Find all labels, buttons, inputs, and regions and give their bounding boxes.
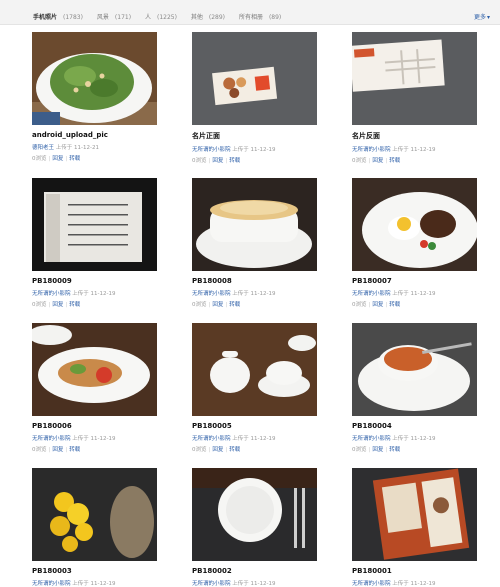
reply-link[interactable]: 回复: [52, 156, 63, 162]
reply-link[interactable]: 回复: [372, 447, 383, 453]
reply-link[interactable]: 回复: [372, 302, 383, 308]
photo-actions: 0浏览 | 回复 | 转载: [32, 447, 81, 453]
photo-actions: 0浏览 | 回复 | 转载: [192, 158, 241, 164]
uploader-link[interactable]: 无所谓的小影院: [352, 291, 391, 297]
photo-title[interactable]: PB180001: [352, 567, 477, 575]
photo-upload-info: 无所谓的小影院 上传于 11-12-19: [192, 436, 276, 442]
photo-title[interactable]: PB180003: [32, 567, 157, 575]
repost-link[interactable]: 转载: [69, 447, 80, 453]
photo-thumbnail[interactable]: [32, 323, 157, 416]
uploader-link[interactable]: 无所谓的小影院: [192, 147, 231, 153]
uploader-link[interactable]: 无所谓的小影院: [32, 291, 71, 297]
photo-title[interactable]: PB180009: [32, 277, 157, 285]
photo-upload-info: 德阳老王 上传于 11-12-21: [32, 145, 99, 151]
photo-thumbnail[interactable]: [192, 178, 317, 271]
photo-upload-info: 无所谓的小影院 上传于 11-12-19: [352, 147, 436, 153]
repost-link[interactable]: 转载: [389, 302, 400, 308]
photo-thumbnail[interactable]: [352, 178, 477, 271]
photo-thumbnail[interactable]: [192, 468, 317, 561]
reply-link[interactable]: 回复: [212, 302, 223, 308]
photo-title[interactable]: PB180002: [192, 567, 317, 575]
repost-link[interactable]: 转载: [69, 156, 80, 162]
repost-link[interactable]: 转载: [69, 302, 80, 308]
repost-link[interactable]: 转载: [389, 158, 400, 164]
repost-link[interactable]: 转载: [229, 447, 240, 453]
photo-title[interactable]: PB180004: [352, 422, 477, 430]
photo-title[interactable]: 名片正面: [192, 131, 317, 141]
album-filter-tabs: 手机照片 (1783) 风景 (171) 人 (1225) 其他 (289) 所有相册(…: [33, 12, 293, 21]
photo-thumbnail[interactable]: [32, 178, 157, 271]
photo-card: PB180008 无所谓的小影院 上传于 11-12-19 0浏览 | 回复 | 转载: [192, 178, 317, 308]
repost-link[interactable]: 转载: [229, 302, 240, 308]
photo-card: PB180004 无所谓的小影院 上传于 11-12-19 0浏览 | 回复 | 转载: [352, 323, 477, 453]
photo-title[interactable]: PB180007: [352, 277, 477, 285]
photo-upload-info: 无所谓的小影院 上传于 11-12-19: [32, 436, 116, 442]
photo-upload-info: 无所谓的小影院 上传于 11-12-19: [192, 291, 276, 297]
photo-title[interactable]: PB180006: [32, 422, 157, 430]
photo-title[interactable]: PB180005: [192, 422, 317, 430]
uploader-link[interactable]: 无所谓的小影院: [192, 436, 231, 442]
filter-tab-scenery[interactable]: 风景 (171): [97, 14, 137, 21]
uploader-link[interactable]: 无所谓的小影院: [32, 581, 71, 587]
photo-actions: 0浏览 | 回复 | 转载: [32, 302, 81, 308]
photo-card: PB180001 无所谓的小影院 上传于 11-12-19: [352, 468, 477, 587]
more-dropdown[interactable]: 更多▾: [474, 12, 490, 21]
uploader-link[interactable]: 无所谓的小影院: [352, 147, 391, 153]
photo-card: PB180006 无所谓的小影院 上传于 11-12-19 0浏览 | 回复 | 转载: [32, 323, 157, 453]
photo-thumbnail[interactable]: [192, 32, 317, 125]
photo-thumbnail[interactable]: [352, 323, 477, 416]
photo-thumbnail[interactable]: [192, 323, 317, 416]
uploader-link[interactable]: 无所谓的小影院: [192, 291, 231, 297]
filter-bar: 手机照片 (1783) 风景 (171) 人 (1225) 其他 (289) 所有相册(…: [0, 0, 500, 25]
uploader-link[interactable]: 无所谓的小影院: [352, 436, 391, 442]
repost-link[interactable]: 转载: [389, 447, 400, 453]
photo-title[interactable]: 名片反面: [352, 131, 477, 141]
photo-actions: 0浏览 | 回复 | 转载: [352, 158, 401, 164]
photo-upload-info: 无所谓的小影院 上传于 11-12-19: [192, 147, 276, 153]
filter-tab-other[interactable]: 其他 (289): [191, 14, 231, 21]
filter-tab-mobile[interactable]: 手机照片 (1783): [33, 14, 89, 21]
photo-card: PB180003 无所谓的小影院 上传于 11-12-19: [32, 468, 157, 587]
filter-tab-all-albums[interactable]: 所有相册 (89): [239, 14, 287, 21]
caret-down-icon: ▾: [486, 14, 490, 21]
reply-link[interactable]: 回复: [52, 302, 63, 308]
photo-upload-info: 无所谓的小影院 上传于 11-12-19: [352, 581, 436, 587]
uploader-link[interactable]: 无所谓的小影院: [192, 581, 231, 587]
photo-thumbnail[interactable]: [352, 32, 477, 125]
uploader-link[interactable]: 无所谓的小影院: [32, 436, 71, 442]
photo-thumbnail[interactable]: [352, 468, 477, 561]
photo-actions: 0浏览 | 回复 | 转载: [192, 447, 241, 453]
photo-title[interactable]: android_upload_pic: [32, 131, 157, 139]
photo-title[interactable]: PB180008: [192, 277, 317, 285]
reply-link[interactable]: 回复: [212, 447, 223, 453]
photo-upload-info: 无所谓的小影院 上传于 11-12-19: [352, 291, 436, 297]
photo-upload-info: 无所谓的小影院 上传于 11-12-19: [352, 436, 436, 442]
repost-link[interactable]: 转载: [229, 158, 240, 164]
reply-link[interactable]: 回复: [212, 158, 223, 164]
filter-tab-people[interactable]: 人 (1225): [145, 14, 183, 21]
photo-card: PB180005 无所谓的小影院 上传于 11-12-19 0浏览 | 回复 | 转载: [192, 323, 317, 453]
photo-actions: 0浏览 | 回复 | 转载: [32, 156, 81, 162]
photo-upload-info: 无所谓的小影院 上传于 11-12-19: [192, 581, 276, 587]
photo-upload-info: 无所谓的小影院 上传于 11-12-19: [32, 581, 116, 587]
photo-thumbnail[interactable]: [32, 32, 157, 125]
photo-card: PB180009 无所谓的小影院 上传于 11-12-19 0浏览 | 回复 | 转载: [32, 178, 157, 308]
uploader-link[interactable]: 德阳老王: [32, 145, 54, 151]
photo-card: android_upload_pic 德阳老王 上传于 11-12-21 0浏览…: [32, 32, 157, 162]
photo-card: 名片正面 无所谓的小影院 上传于 11-12-19 0浏览 | 回复 | 转载: [192, 32, 317, 164]
uploader-link[interactable]: 无所谓的小影院: [352, 581, 391, 587]
photo-card: PB180007 无所谓的小影院 上传于 11-12-19 0浏览 | 回复 | 转载: [352, 178, 477, 308]
photo-card: PB180002 无所谓的小影院 上传于 11-12-19: [192, 468, 317, 587]
photo-thumbnail[interactable]: [32, 468, 157, 561]
photo-actions: 0浏览 | 回复 | 转载: [352, 447, 401, 453]
photo-actions: 0浏览 | 回复 | 转载: [192, 302, 241, 308]
reply-link[interactable]: 回复: [52, 447, 63, 453]
photo-actions: 0浏览 | 回复 | 转载: [352, 302, 401, 308]
photo-card: 名片反面 无所谓的小影院 上传于 11-12-19 0浏览 | 回复 | 转载: [352, 32, 477, 164]
reply-link[interactable]: 回复: [372, 158, 383, 164]
photo-upload-info: 无所谓的小影院 上传于 11-12-19: [32, 291, 116, 297]
